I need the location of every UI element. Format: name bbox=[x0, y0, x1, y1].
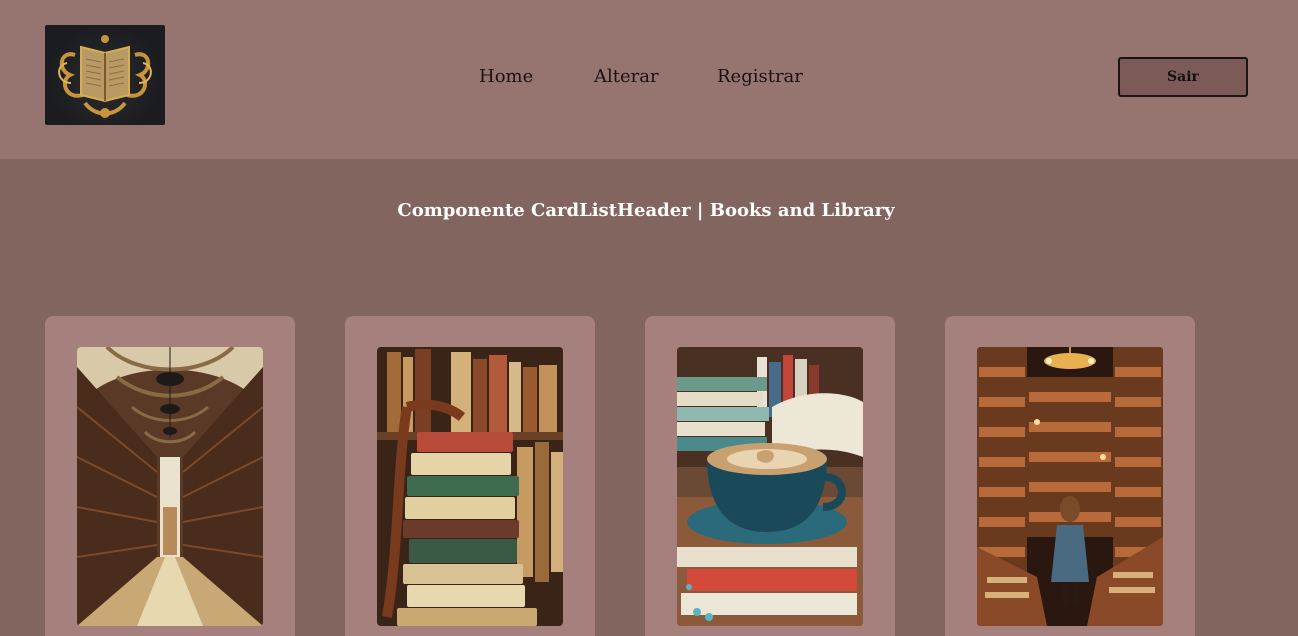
nav-home-link[interactable]: Home bbox=[479, 66, 533, 87]
top-header: Home Alterar Registrar Sair bbox=[0, 0, 1298, 159]
book-stack-image bbox=[377, 347, 563, 626]
book-card[interactable] bbox=[645, 316, 895, 636]
coffee-books-image bbox=[677, 347, 863, 626]
main-nav: Home Alterar Registrar bbox=[0, 66, 1298, 90]
section-title: Componente CardListHeader | Books and Li… bbox=[397, 200, 895, 221]
logout-button[interactable]: Sair bbox=[1118, 57, 1248, 97]
nav-registrar-link[interactable]: Registrar bbox=[717, 66, 803, 87]
nav-alterar-link[interactable]: Alterar bbox=[594, 66, 659, 87]
library-hall-image bbox=[77, 347, 263, 626]
reader-library-image bbox=[977, 347, 1163, 626]
book-card[interactable] bbox=[345, 316, 595, 636]
book-card[interactable] bbox=[945, 316, 1195, 636]
book-card[interactable] bbox=[45, 316, 295, 636]
